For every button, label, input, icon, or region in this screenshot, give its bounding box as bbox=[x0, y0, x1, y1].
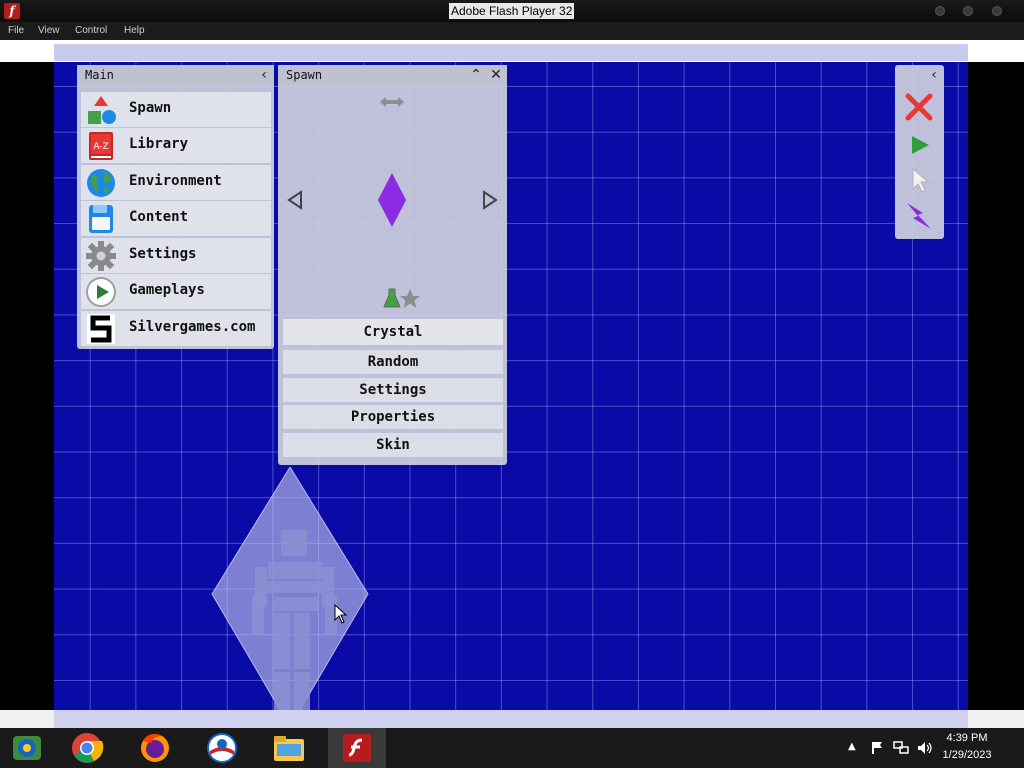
lightning-tool-icon[interactable] bbox=[905, 201, 933, 231]
menu-file[interactable]: File bbox=[8, 25, 24, 36]
clock-date[interactable]: 1/29/2023 bbox=[932, 749, 1002, 761]
title-bar: f Adobe Flash Player 32 bbox=[0, 0, 1024, 22]
stage-top-margin bbox=[0, 40, 1024, 62]
firefox-icon[interactable] bbox=[138, 731, 172, 765]
menu-bar: File View Control Help bbox=[0, 22, 1024, 40]
minimize-button[interactable] bbox=[935, 6, 945, 16]
menu-item-library[interactable]: A-Z Library bbox=[81, 128, 271, 163]
collapse-main-panel-button[interactable]: ‹ bbox=[256, 67, 272, 83]
main-panel-title: Main bbox=[85, 68, 114, 82]
spawn-panel: Spawn ⌃ ✕ Crystal Random Settings Proper… bbox=[278, 65, 507, 465]
flash-app-icon: f bbox=[4, 3, 20, 19]
main-panel-header[interactable]: Main ‹ bbox=[77, 65, 274, 85]
selected-object-name: Crystal bbox=[283, 319, 503, 345]
menu-item-spawn[interactable]: Spawn bbox=[81, 92, 271, 127]
gear-icon bbox=[86, 241, 116, 271]
spawn-panel-header[interactable]: Spawn ⌃ ✕ bbox=[278, 65, 507, 85]
menu-item-label: Silvergames.com bbox=[129, 319, 256, 335]
book-az-icon: A-Z bbox=[89, 132, 113, 160]
media-center-icon[interactable] bbox=[10, 731, 44, 765]
previous-object-arrow-icon[interactable] bbox=[287, 190, 303, 210]
main-panel: Main ‹ Spawn A-Z Library Environment Con… bbox=[77, 65, 274, 349]
obama-logo-icon[interactable] bbox=[205, 731, 239, 765]
menu-item-gameplays[interactable]: Gameplays bbox=[81, 274, 271, 309]
play-tool-icon[interactable] bbox=[908, 133, 932, 157]
file-explorer-icon[interactable] bbox=[272, 731, 306, 765]
flask-star-icon[interactable] bbox=[383, 287, 421, 309]
silvergames-logo-icon bbox=[87, 314, 115, 344]
menu-item-silvergames[interactable]: Silvergames.com bbox=[81, 311, 271, 346]
play-circle-icon bbox=[86, 277, 116, 307]
floppy-disk-icon bbox=[89, 205, 113, 233]
stage-top-band bbox=[54, 44, 968, 61]
crystal-preview-icon bbox=[378, 173, 406, 227]
menu-item-settings[interactable]: Settings bbox=[81, 238, 271, 273]
menu-item-label: Gameplays bbox=[129, 282, 205, 298]
volume-icon[interactable] bbox=[917, 741, 933, 755]
close-window-button[interactable] bbox=[992, 6, 1002, 16]
spawned-crystal[interactable] bbox=[204, 467, 374, 712]
menu-control[interactable]: Control bbox=[75, 25, 107, 36]
menu-view[interactable]: View bbox=[38, 25, 60, 36]
globe-icon bbox=[87, 169, 115, 197]
flash-player-taskbar-icon[interactable] bbox=[340, 731, 374, 765]
flash-player-window: f Adobe Flash Player 32 File View Contro… bbox=[0, 0, 1024, 768]
chrome-icon[interactable] bbox=[70, 731, 104, 765]
menu-item-label: Content bbox=[129, 209, 189, 225]
clock-time[interactable]: 4:39 PM bbox=[932, 732, 1002, 744]
taskbar: ▲ 4:39 PM 1/29/2023 bbox=[0, 728, 1024, 768]
object-settings-button[interactable]: Settings bbox=[283, 378, 503, 402]
resize-arrows-icon[interactable] bbox=[378, 96, 406, 108]
next-object-arrow-icon[interactable] bbox=[482, 190, 498, 210]
network-icon[interactable] bbox=[893, 741, 909, 755]
menu-item-label: Environment bbox=[129, 173, 222, 189]
maximize-button[interactable] bbox=[963, 6, 973, 16]
menu-item-label: Spawn bbox=[129, 100, 172, 116]
menu-item-environment[interactable]: Environment bbox=[81, 165, 271, 200]
menu-item-label: Library bbox=[129, 136, 189, 152]
stage-bottom-margin bbox=[0, 710, 1024, 728]
menu-help[interactable]: Help bbox=[124, 25, 145, 36]
svg-text:A-Z: A-Z bbox=[93, 142, 108, 152]
shapes-icon bbox=[88, 96, 116, 124]
spawn-panel-title: Spawn bbox=[286, 68, 323, 82]
delete-tool-icon[interactable] bbox=[905, 93, 933, 121]
pointer-tool-icon[interactable] bbox=[910, 167, 932, 193]
properties-button[interactable]: Properties bbox=[283, 405, 503, 429]
collapse-tool-panel-button[interactable]: ‹ bbox=[926, 67, 942, 83]
minimize-spawn-panel-button[interactable]: ⌃ bbox=[468, 67, 484, 83]
stage-bottom-band bbox=[54, 710, 968, 728]
skin-button[interactable]: Skin bbox=[283, 433, 503, 457]
show-hidden-icons-icon[interactable]: ▲ bbox=[848, 741, 856, 752]
close-spawn-panel-button[interactable]: ✕ bbox=[488, 67, 504, 83]
mouse-cursor-icon bbox=[334, 604, 348, 624]
window-title: Adobe Flash Player 32 bbox=[449, 3, 575, 19]
action-center-flag-icon[interactable] bbox=[870, 741, 884, 755]
menu-item-content[interactable]: Content bbox=[81, 201, 271, 236]
random-button[interactable]: Random bbox=[283, 350, 503, 374]
menu-item-label: Settings bbox=[129, 246, 197, 262]
tool-panel: ‹ bbox=[895, 65, 944, 239]
